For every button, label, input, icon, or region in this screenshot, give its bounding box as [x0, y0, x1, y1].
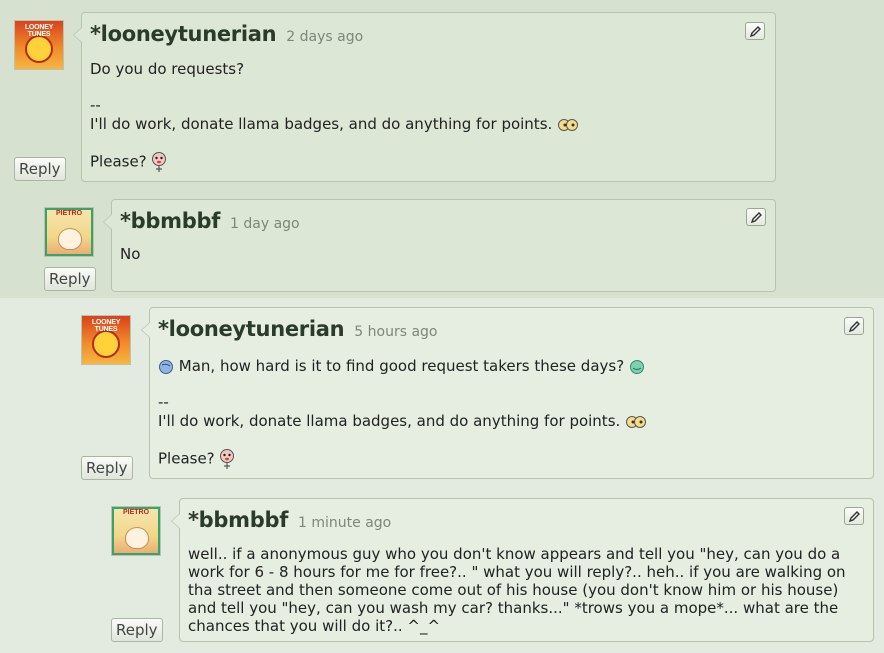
- edit-button[interactable]: [844, 507, 864, 525]
- reply-button[interactable]: Reply: [44, 267, 96, 291]
- comment-bubble: *looneytunerian 2 days ago Do you do requ…: [73, 12, 776, 182]
- comment-text: Do you do requests?: [90, 60, 245, 78]
- timestamp: 1 day ago: [230, 216, 300, 232]
- username[interactable]: *looneytunerian: [90, 22, 277, 46]
- comment-line: tha street and then someone come out of …: [188, 581, 839, 599]
- goggle-eyes-emoticon: [558, 118, 579, 131]
- please-text: Please?: [90, 152, 147, 171]
- reply-button[interactable]: Reply: [14, 157, 66, 181]
- edit-pencil-icon: [750, 212, 762, 224]
- please-emoticon: [152, 152, 167, 172]
- timestamp: 2 days ago: [286, 29, 364, 45]
- avatar[interactable]: PIETRO: [44, 207, 94, 257]
- goggle-eyes-emoticon: [626, 415, 647, 428]
- reply-button[interactable]: Reply: [81, 456, 133, 480]
- comment-line: well.. if a anonymous guy who you don't …: [188, 545, 841, 563]
- edit-button[interactable]: [844, 317, 864, 335]
- edit-pencil-icon: [848, 321, 860, 333]
- comment-bubble: *bbmbbf 1 day ago No: [103, 199, 776, 292]
- comment-line: and tell you "hey, can you wash my car? …: [188, 599, 839, 617]
- signature-text: I'll do work, donate llama badges, and d…: [158, 412, 621, 430]
- signature-divider: --: [158, 393, 169, 411]
- reply-button[interactable]: Reply: [111, 618, 163, 642]
- signature-divider: --: [90, 96, 101, 114]
- edit-button[interactable]: [746, 208, 766, 226]
- comment-line: chances that you will do it?.. ^_^: [188, 617, 441, 635]
- comment-bubble: *bbmbbf 1 minute ago well.. if a anonymou…: [171, 498, 874, 642]
- avatar[interactable]: LOONEY TUNES: [14, 20, 64, 70]
- signature-text: I'll do work, donate llama badges, and d…: [90, 115, 553, 133]
- edit-pencil-icon: [848, 511, 860, 523]
- username[interactable]: *bbmbbf: [188, 508, 288, 532]
- please-emoticon: [220, 449, 235, 469]
- username[interactable]: *looneytunerian: [158, 317, 345, 341]
- globe-emoticon: [159, 359, 173, 374]
- avatar[interactable]: LOONEY TUNES: [81, 315, 131, 365]
- comment-bubble: *looneytunerian 5 hours ago Man, how hard…: [141, 307, 874, 479]
- timestamp: 5 hours ago: [354, 324, 438, 340]
- please-text: Please?: [158, 449, 215, 468]
- globe-emoticon: [629, 359, 644, 374]
- avatar[interactable]: PIETRO: [111, 506, 161, 556]
- comment-text: No: [120, 245, 141, 263]
- comment-line: work for 6 - 8 hours for me for free?.. …: [188, 563, 846, 581]
- username[interactable]: *bbmbbf: [120, 209, 220, 233]
- edit-pencil-icon: [749, 26, 761, 38]
- timestamp: 1 minute ago: [298, 515, 392, 531]
- edit-button[interactable]: [745, 22, 765, 40]
- comment-text: Man, how hard is it to find good request…: [178, 357, 625, 375]
